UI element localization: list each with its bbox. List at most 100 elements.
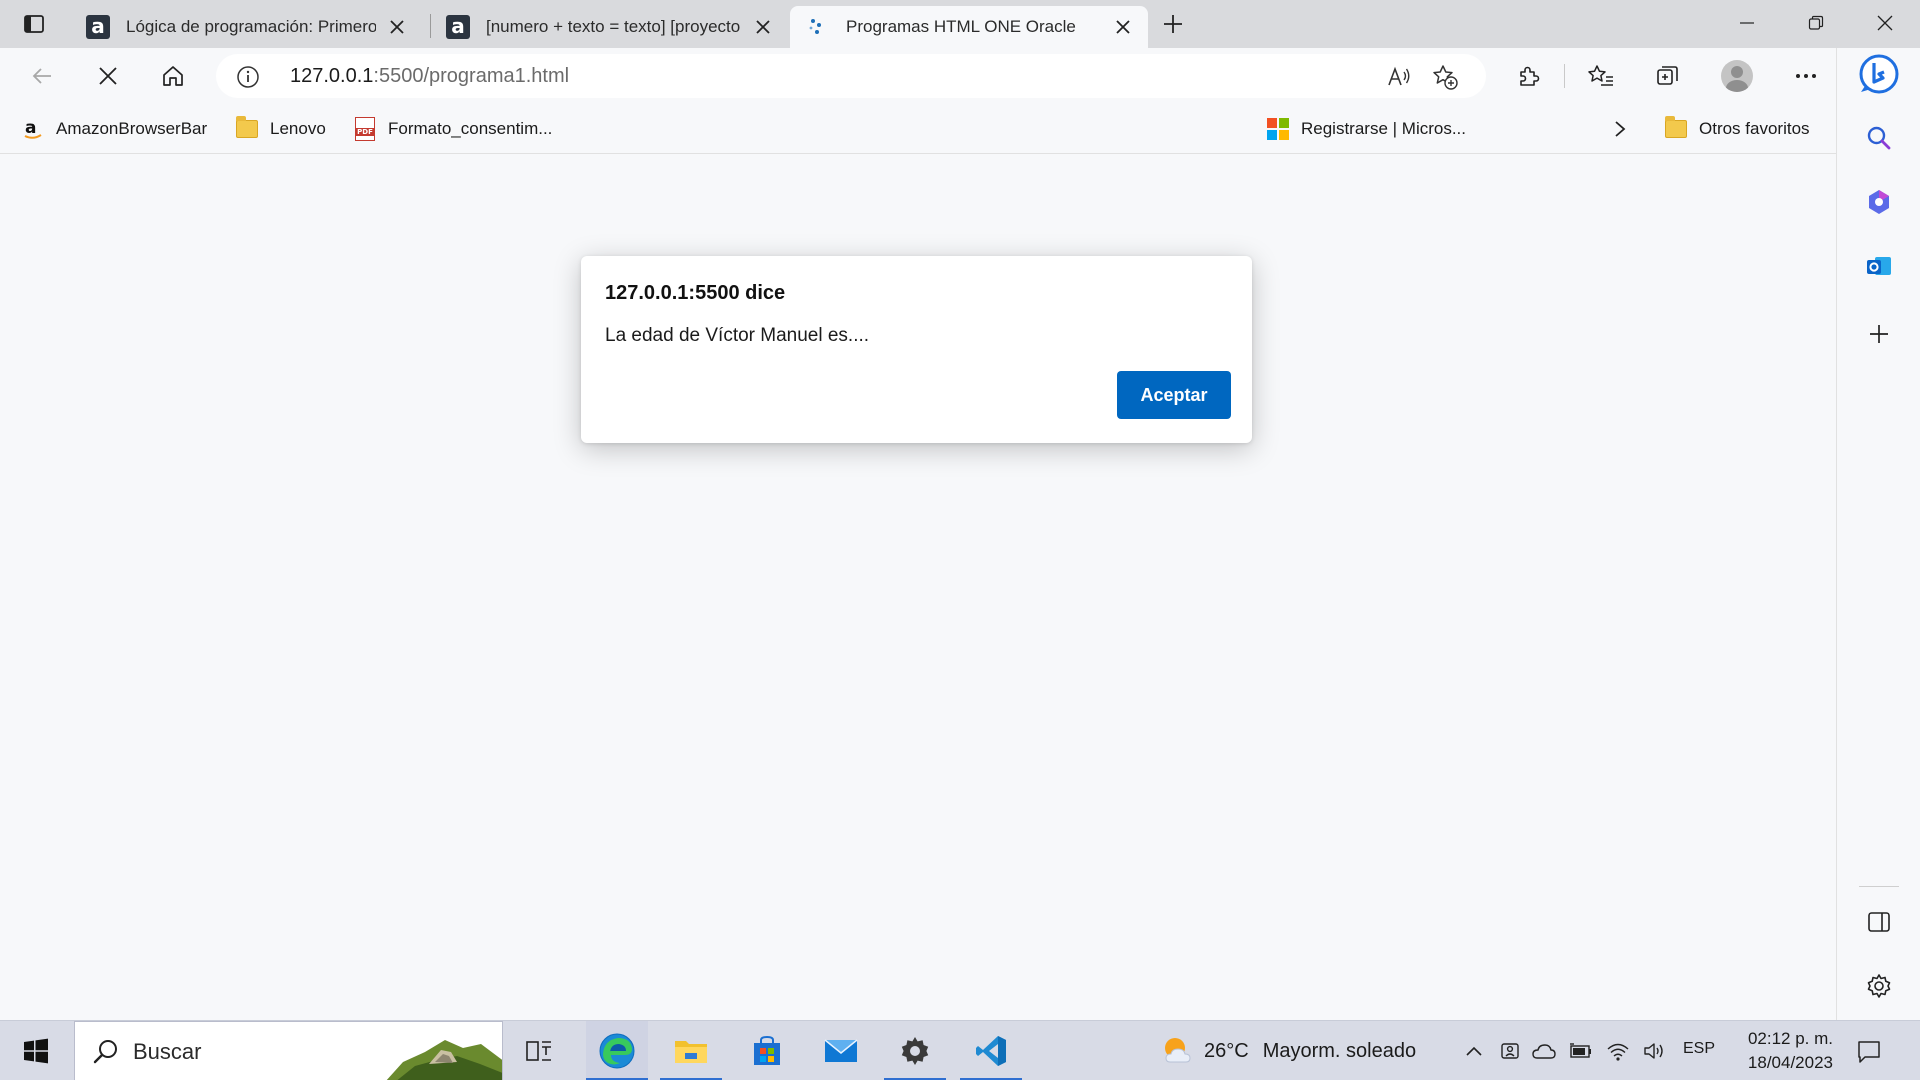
favorite-label: Otros favoritos (1699, 119, 1810, 138)
tab-actions-button[interactable] (14, 8, 54, 40)
chevron-up-icon (1466, 1046, 1482, 1056)
store-icon (754, 1035, 780, 1065)
plus-icon (1870, 325, 1888, 343)
system-clock[interactable]: 02:12 p. m. 18/04/2023 (1733, 1027, 1833, 1075)
favorite-otros-favoritos[interactable]: Otros favoritos (1665, 114, 1810, 144)
restore-button[interactable] (1783, 0, 1849, 46)
microsoft-icon (1267, 118, 1289, 140)
tab-title: Programas HTML ONE Oracle (846, 17, 1076, 36)
weather-condition: Mayorm. soleado (1262, 1039, 1417, 1062)
show-hidden-icons-button[interactable] (1461, 1037, 1487, 1065)
folder-icon (236, 116, 258, 140)
minimize-button[interactable] (1714, 0, 1780, 46)
task-view-button[interactable] (508, 1021, 570, 1080)
tab-programas-html[interactable]: Programas HTML ONE Oracle (790, 6, 1148, 48)
info-icon[interactable] (236, 65, 260, 89)
settings-more-button[interactable] (1786, 58, 1826, 94)
start-button[interactable] (14, 1031, 58, 1071)
favorites-overflow-button[interactable] (1613, 114, 1627, 144)
taskbar-search[interactable]: Buscar (74, 1021, 503, 1080)
favorite-lenovo[interactable]: Lenovo (236, 114, 326, 144)
bing-chat-button[interactable] (1859, 54, 1899, 94)
tab-logica-programacion[interactable]: a Lógica de programación: Primeros pasos (70, 6, 422, 48)
weather-widget[interactable]: 26°C Mayorm. soleado (1160, 1033, 1416, 1069)
new-tab-button[interactable] (1155, 8, 1191, 40)
tab-close-button[interactable] (386, 16, 408, 38)
edge-taskbar-button[interactable] (586, 1021, 648, 1080)
tab-title: Lógica de programación: Primeros pasos (126, 17, 376, 36)
address-bar[interactable]: 127.0.0.1:5500/programa1.html (216, 54, 1486, 98)
volume-icon[interactable] (1641, 1037, 1667, 1065)
tab-close-button[interactable] (1112, 16, 1134, 38)
sidebar-outlook-button[interactable] (1859, 246, 1899, 286)
hide-sidebar-button[interactable] (1859, 902, 1899, 942)
dialog-title: 127.0.0.1:5500 dice (605, 282, 786, 304)
alert-dialog: 127.0.0.1:5500 dice La edad de Víctor Ma… (581, 256, 1252, 443)
mail-taskbar-button[interactable] (810, 1021, 872, 1080)
sidebar-panel-icon (1868, 912, 1890, 932)
home-button[interactable] (153, 58, 193, 94)
settings-taskbar-button[interactable] (884, 1021, 946, 1080)
toolbar-divider (1564, 64, 1565, 88)
bing-icon (1859, 54, 1899, 94)
edge-sidebar (1836, 48, 1920, 1020)
store-taskbar-button[interactable] (736, 1021, 798, 1080)
close-icon (390, 20, 404, 34)
gear-icon (1867, 974, 1891, 998)
search-icon (1867, 126, 1891, 150)
notification-center-button[interactable] (1852, 1035, 1886, 1069)
profile-button[interactable] (1717, 58, 1757, 94)
favorite-formato-consentim[interactable]: Formato_consentim... (354, 114, 552, 144)
alura-icon: a (446, 15, 470, 39)
search-highlight-illustration (386, 1040, 502, 1080)
task-view-icon (526, 1041, 551, 1061)
tab-numero-texto[interactable]: a [numero + texto = texto] [proyecto (430, 6, 788, 48)
read-aloud-icon[interactable] (1384, 62, 1414, 92)
url-path: :5500/programa1.html (373, 65, 570, 87)
minimize-icon (1740, 22, 1754, 24)
onedrive-icon[interactable] (1531, 1037, 1557, 1065)
tab-close-button[interactable] (752, 16, 774, 38)
loading-dots-icon (806, 15, 830, 39)
home-icon (163, 66, 183, 86)
favorite-registrarse-microsoft[interactable]: Registrarse | Micros... (1267, 114, 1466, 144)
url-text[interactable]: 127.0.0.1:5500/programa1.html (290, 65, 569, 88)
favorites-button[interactable] (1581, 58, 1621, 94)
weather-temperature: 26°C (1204, 1039, 1249, 1062)
sidebar-add-button[interactable] (1859, 314, 1899, 354)
file-explorer-taskbar-button[interactable] (660, 1021, 722, 1080)
add-favorite-icon[interactable] (1430, 62, 1460, 92)
tab-title: [numero + texto = texto] [proyecto (486, 17, 741, 36)
sidebar-settings-button[interactable] (1859, 966, 1899, 1006)
close-icon (1877, 15, 1893, 31)
close-icon (1116, 20, 1130, 34)
tab-actions-icon (24, 15, 44, 33)
back-button[interactable] (22, 58, 62, 94)
back-arrow-icon (32, 68, 51, 84)
close-window-button[interactable] (1852, 0, 1918, 46)
extensions-button[interactable] (1509, 58, 1549, 94)
chevron-right-icon (1615, 121, 1626, 137)
alura-icon: a (86, 15, 110, 39)
amazon-icon: a (22, 118, 44, 140)
favorite-label: Registrarse | Micros... (1301, 119, 1467, 138)
stop-loading-button[interactable] (88, 58, 128, 94)
wifi-icon[interactable] (1605, 1037, 1631, 1065)
collections-button[interactable] (1648, 58, 1688, 94)
pdf-icon (354, 117, 376, 141)
more-icon (1796, 74, 1816, 78)
vscode-taskbar-button[interactable] (960, 1021, 1022, 1080)
sidebar-shopping-button[interactable] (1859, 182, 1899, 222)
accept-button[interactable]: Aceptar (1117, 371, 1231, 419)
meet-now-icon[interactable] (1497, 1037, 1523, 1065)
plus-icon (1164, 15, 1182, 33)
navigation-toolbar: 127.0.0.1:5500/programa1.html (0, 48, 1920, 104)
battery-icon[interactable] (1568, 1037, 1594, 1065)
windows-logo-icon (24, 1038, 48, 1064)
gear-icon (901, 1037, 929, 1065)
input-language-indicator[interactable]: ESP (1683, 1040, 1715, 1058)
favorite-label: Formato_consentim... (388, 119, 553, 138)
favorites-list-icon (1588, 65, 1613, 86)
favorite-amazonbrowserbar[interactable]: a AmazonBrowserBar (22, 114, 207, 144)
sidebar-search-button[interactable] (1859, 118, 1899, 158)
